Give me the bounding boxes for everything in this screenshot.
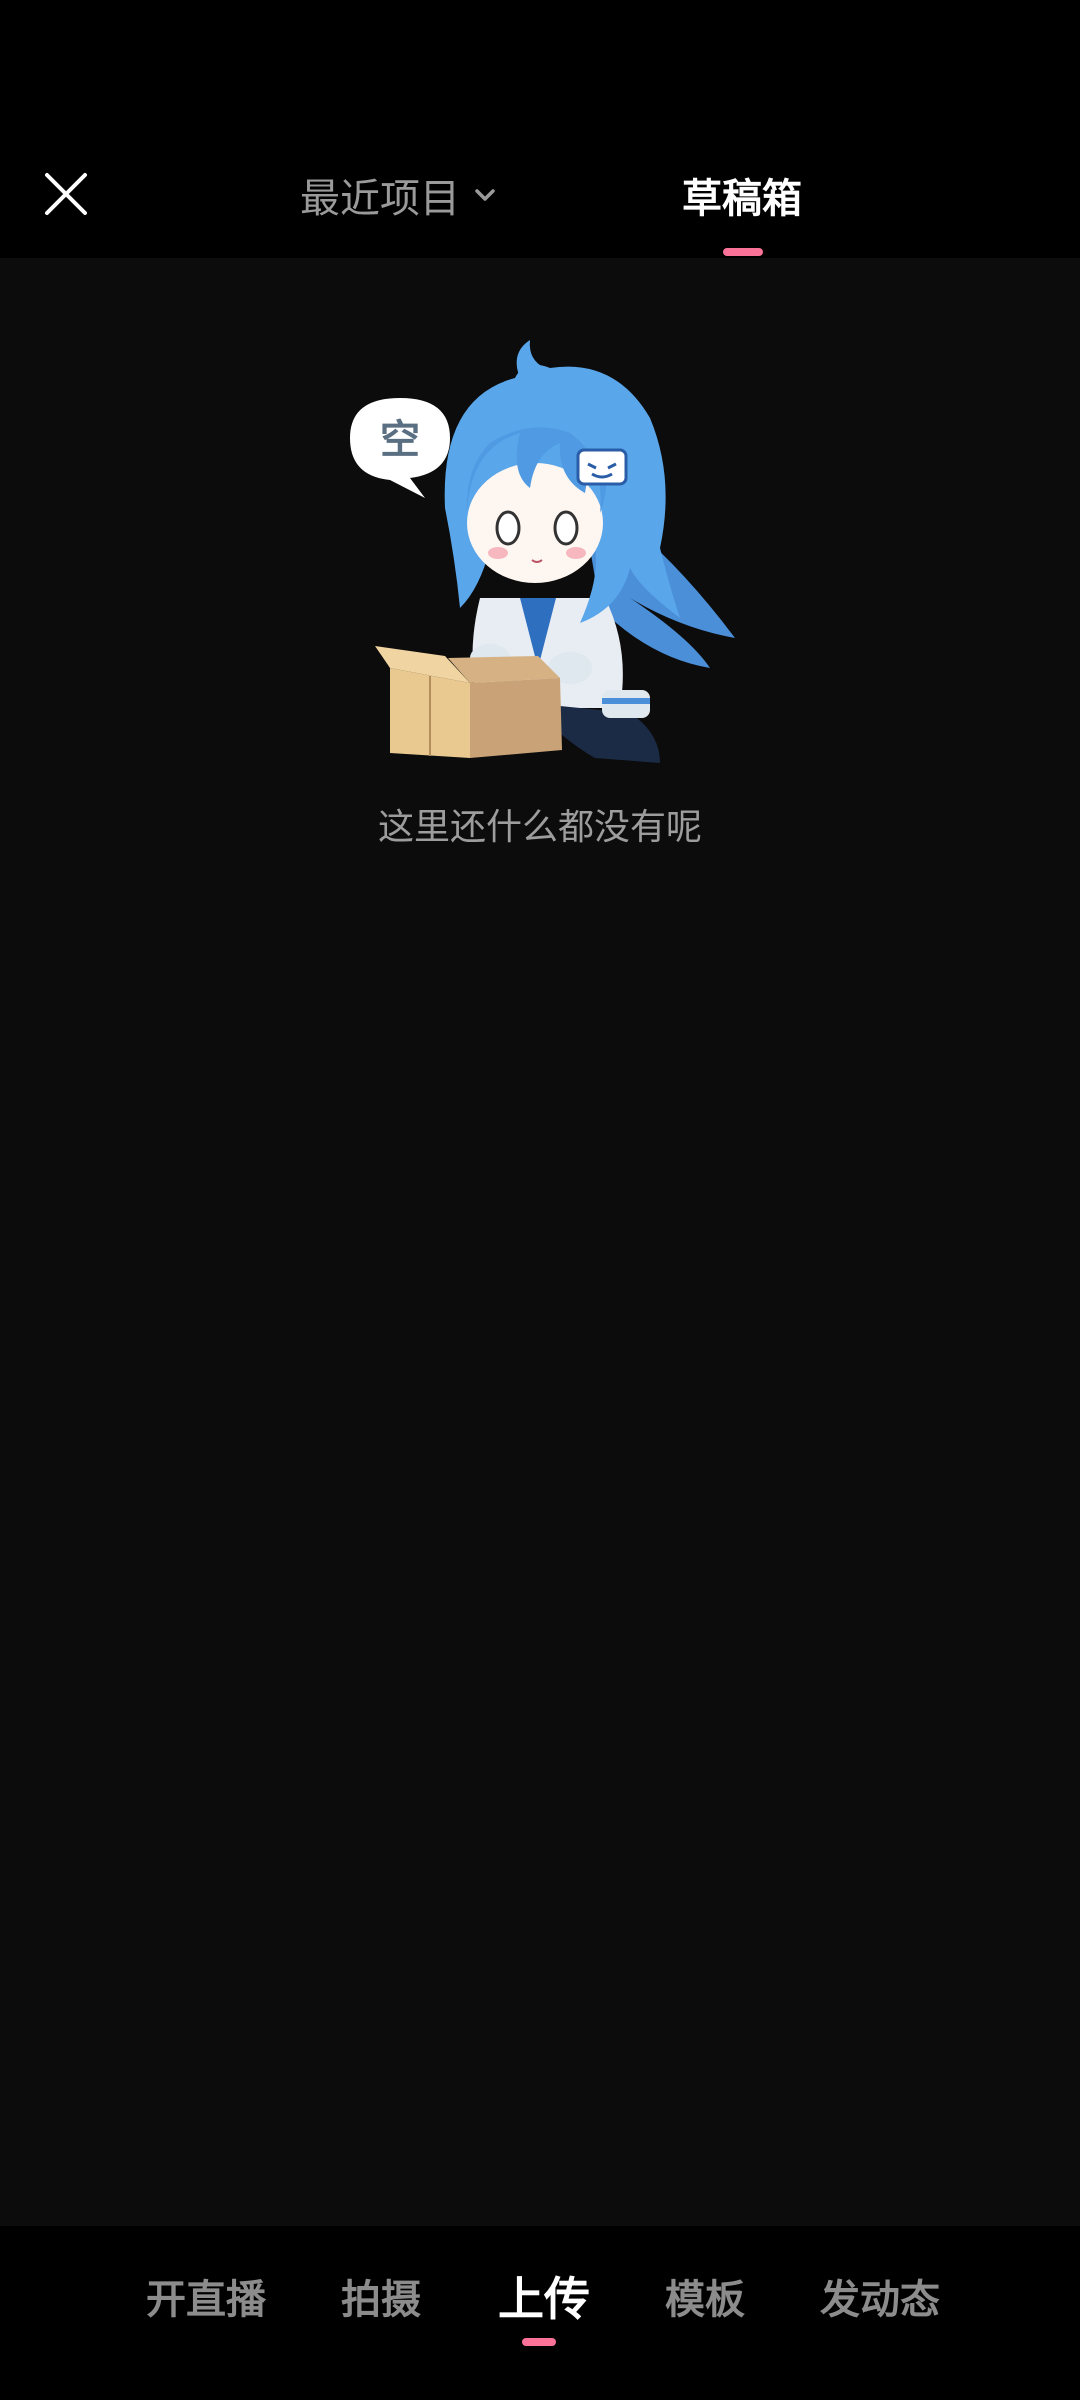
tab-drafts[interactable]: 草稿箱 bbox=[682, 150, 802, 240]
nav-item-template[interactable]: 模板 bbox=[665, 2226, 745, 2366]
top-bar: 最近项目 草稿箱 bbox=[0, 120, 1080, 258]
nav-item-shoot[interactable]: 拍摄 bbox=[341, 2226, 421, 2366]
nav-item-live[interactable]: 开直播 bbox=[146, 2226, 266, 2366]
nav-active-indicator bbox=[522, 2338, 556, 2346]
empty-message: 这里还什么都没有呢 bbox=[377, 807, 702, 848]
empty-illustration: 空 bbox=[350, 340, 735, 763]
tab-recent-projects[interactable]: 最近项目 bbox=[300, 150, 496, 240]
close-icon bbox=[45, 173, 87, 215]
tab-recent-projects-label: 最近项目 bbox=[300, 176, 460, 222]
bubble-text: 空 bbox=[380, 417, 420, 463]
chevron-down-icon bbox=[474, 188, 496, 202]
drafts-content: 空 这里还什么都没有呢 bbox=[0, 258, 1080, 2226]
tab-drafts-label: 草稿箱 bbox=[682, 176, 802, 222]
tab-active-indicator bbox=[723, 248, 763, 256]
status-bar bbox=[0, 0, 1080, 120]
nav-item-post[interactable]: 发动态 bbox=[820, 2226, 940, 2366]
bottom-nav: 开直播 拍摄 上传 模板 发动态 bbox=[0, 2226, 1080, 2400]
close-button[interactable] bbox=[26, 154, 106, 234]
